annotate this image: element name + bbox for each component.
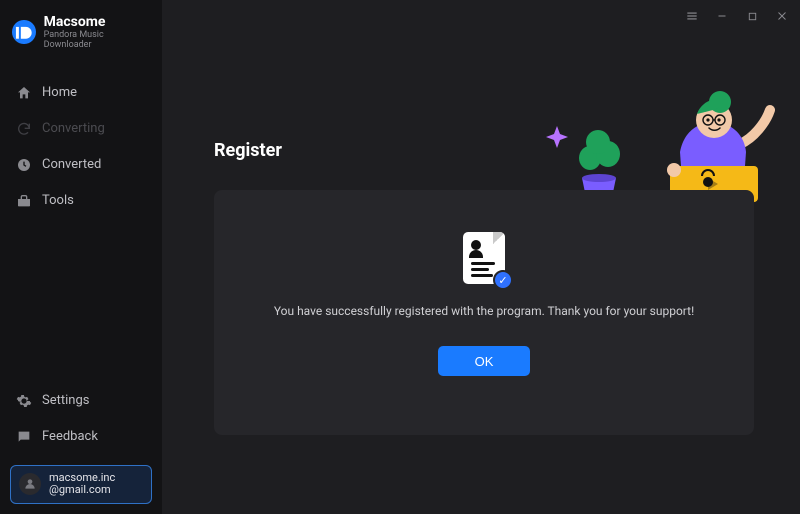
account-box[interactable]: macsome.inc @gmail.com (10, 465, 152, 504)
sidebar-item-label: Converted (42, 157, 101, 172)
brand-name: Macsome (44, 14, 152, 30)
sidebar-item-home[interactable]: Home (0, 77, 162, 109)
brand-subtitle: Pandora Music Downloader (44, 30, 152, 51)
minimize-button[interactable] (712, 6, 732, 26)
sidebar-item-settings[interactable]: Settings (0, 385, 162, 417)
home-icon (16, 85, 32, 101)
sidebar-item-label: Converting (42, 121, 105, 136)
register-success-card: ✓ You have successfully registered with … (214, 190, 754, 435)
sidebar-item-converted[interactable]: Converted (0, 149, 162, 181)
nav-secondary: Settings Feedback (0, 371, 162, 459)
sidebar-item-label: Home (42, 85, 77, 100)
document-check-icon: ✓ (463, 232, 505, 284)
account-email-line2: @gmail.com (49, 484, 115, 497)
sidebar-item-label: Feedback (42, 429, 98, 444)
toolbox-icon (16, 193, 32, 209)
nav-primary: Home Converting Converted Tools (0, 63, 162, 217)
main-area: Register (162, 0, 800, 514)
avatar-icon (19, 473, 41, 495)
brand-block: Macsome Pandora Music Downloader (0, 0, 162, 63)
ok-button[interactable]: OK (438, 346, 530, 376)
brand-text: Macsome Pandora Music Downloader (44, 14, 152, 51)
brand-logo-icon (12, 20, 36, 44)
sidebar-item-tools[interactable]: Tools (0, 185, 162, 217)
sidebar-item-label: Tools (42, 193, 74, 208)
gear-icon (16, 393, 32, 409)
success-message: You have successfully registered with th… (250, 304, 718, 318)
refresh-icon (16, 121, 32, 137)
window-controls (682, 6, 792, 26)
maximize-button[interactable] (742, 6, 762, 26)
sidebar: Macsome Pandora Music Downloader Home Co… (0, 0, 162, 514)
page-title: Register (214, 140, 282, 161)
account-email: macsome.inc @gmail.com (49, 472, 115, 497)
chat-icon (16, 429, 32, 445)
close-button[interactable] (772, 6, 792, 26)
sidebar-item-converting[interactable]: Converting (0, 113, 162, 145)
sidebar-item-feedback[interactable]: Feedback (0, 421, 162, 453)
clock-icon (16, 157, 32, 173)
menu-icon[interactable] (682, 6, 702, 26)
sidebar-item-label: Settings (42, 393, 89, 408)
